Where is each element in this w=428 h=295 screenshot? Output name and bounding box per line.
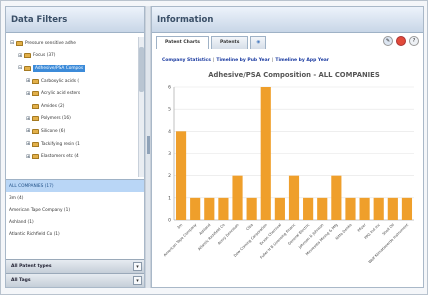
tree-node[interactable]: ⊞ Carboxylic acids (: [10, 75, 138, 88]
tree-node-label: Carboxylic acids (: [41, 78, 80, 84]
patent-type-dropdown[interactable]: All Patent types ▾: [6, 259, 144, 273]
y-tick-label: 2: [168, 173, 171, 179]
composition-chart: Adhesive/PSA Composition - ALL COMPANIES…: [163, 71, 414, 264]
tags-dropdown-value: All Tags: [11, 278, 31, 283]
tree-node[interactable]: ⊟ Pressure sensitive adhe: [10, 37, 138, 50]
bar: [331, 175, 342, 220]
tree-node[interactable]: ⊞ Acrylic acid esters: [10, 87, 138, 100]
bar: [317, 197, 328, 220]
folder-icon: [32, 141, 39, 147]
tree-node[interactable]: ⊞ Elastomers etc (4: [10, 150, 138, 163]
folder-icon: [32, 103, 39, 109]
y-tick-label: 1: [168, 195, 171, 201]
bar: [246, 197, 257, 220]
information-panel: Information Patent Charts Patents ◉ ✎ ? …: [151, 6, 424, 288]
x-tick-label: 3m: [176, 223, 183, 230]
x-tick-label: Johnson & Johnson: [297, 223, 324, 250]
patent-type-dropdown-value: All Patent types: [11, 264, 52, 269]
data-filters-header: Data Filters: [6, 7, 144, 33]
x-tick-label: Ciba: [245, 223, 253, 231]
tree-node-label: Amides (2): [41, 103, 65, 109]
app-window: Data Filters ⊟ Pressure sensitive adhe ⊞ Fo…: [0, 0, 428, 295]
company-list-item[interactable]: Atlantic Richfield Co (1): [6, 228, 144, 240]
tree-node[interactable]: ⊟ Adhesive/PSA Compos: [10, 62, 138, 75]
folder-icon: [32, 91, 39, 97]
bar: [345, 197, 356, 220]
company-list-item[interactable]: American Tape Company (1): [6, 204, 144, 216]
data-filters-panel: Data Filters ⊟ Pressure sensitive adhe ⊞ Fo…: [5, 6, 145, 288]
category-tree[interactable]: ⊟ Pressure sensitive adhe ⊞ Focus (37) ⊟ Adhe…: [10, 37, 138, 177]
tree-node-label: Pressure sensitive adhe: [25, 40, 76, 46]
folder-icon: [32, 128, 39, 134]
chart-title: Adhesive/PSA Composition - ALL COMPANIES: [208, 71, 380, 79]
tree-node-label: Polymers (16): [41, 116, 71, 122]
tree-node[interactable]: Amides (2): [10, 100, 138, 113]
tree-node-label: Adhesive/PSA Compos: [33, 64, 86, 72]
x-tick-label: Pfizer: [357, 223, 367, 233]
bar: [303, 197, 314, 220]
folder-icon: [32, 154, 39, 160]
y-tick-label: 4: [168, 129, 171, 135]
bar: [359, 197, 370, 220]
bar: [175, 131, 187, 220]
bar: [373, 197, 384, 220]
chevron-down-icon[interactable]: ▾: [133, 276, 142, 285]
folder-icon: [32, 78, 39, 84]
tree-node[interactable]: ⊞ Tackifying resin (1: [10, 138, 138, 151]
bar: [387, 197, 398, 220]
bar: [288, 175, 300, 220]
company-list-item[interactable]: Ashland (1): [6, 216, 144, 228]
y-tick-label: 0: [168, 218, 171, 224]
y-tick-label: 3: [168, 151, 171, 157]
tree-node[interactable]: ⊞ Focus (37): [10, 50, 138, 63]
bar: [232, 175, 243, 220]
folder-icon: [24, 53, 31, 59]
tags-dropdown[interactable]: All Tags ▾: [6, 273, 144, 287]
folder-icon: [32, 116, 39, 122]
tree-node[interactable]: ⊞ Polymers (16): [10, 113, 138, 126]
tree-node-label: Acrylic acid esters: [41, 91, 81, 97]
company-list-item[interactable]: 3m (4): [6, 192, 144, 204]
chevron-down-icon[interactable]: ▾: [133, 262, 142, 271]
y-tick-label: 5: [168, 107, 171, 113]
folder-icon: [16, 40, 23, 46]
tree-node-label: Elastomers etc (4: [41, 154, 79, 160]
company-list-item[interactable]: ALL COMPANIES (17): [6, 180, 144, 192]
bar: [274, 197, 285, 220]
bar: [401, 197, 413, 220]
bar: [190, 197, 201, 220]
tree-node[interactable]: ⊞ Silicone (6): [10, 125, 138, 138]
tree-scrollbar[interactable]: [138, 37, 144, 177]
tree-node-label: Tackifying resin (1: [41, 141, 80, 147]
bar: [204, 197, 215, 220]
folder-icon: [24, 65, 31, 71]
tree-node-label: Focus (37): [33, 53, 56, 59]
x-tick-label: Shell Oil: [382, 223, 395, 236]
splitter-grip[interactable]: [147, 136, 150, 154]
bar: [218, 197, 229, 220]
bar: [260, 87, 271, 220]
x-tick-label: Ashland: [199, 223, 212, 236]
company-list[interactable]: ALL COMPANIES (17) 3m (4) American Tape Co…: [6, 179, 144, 259]
y-tick-label: 6: [168, 85, 171, 91]
tree-node-label: Silicone (6): [41, 128, 66, 134]
tree-scrollbar-thumb[interactable]: [139, 47, 144, 92]
